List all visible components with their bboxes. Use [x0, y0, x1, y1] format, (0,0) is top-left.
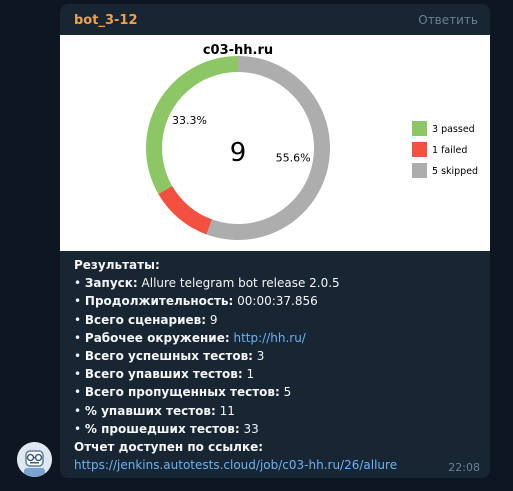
- chart-center-total: 9: [230, 138, 247, 168]
- legend-label-failed: 1 failed: [432, 145, 467, 156]
- report-row: • Запуск: Allure telegram bot release 2.…: [74, 276, 340, 291]
- donut-slice-skipped: [206, 56, 331, 240]
- slice-percent-label: 33.3%: [172, 114, 207, 127]
- report-row-key: Всего пропущенных тестов:: [84, 385, 280, 400]
- chart-title: c03-hh.ru: [203, 43, 273, 58]
- report-row-key: Рабочее окружение:: [84, 330, 230, 345]
- report-row: • Всего успешных тестов: 3: [74, 349, 265, 364]
- report-row: • Всего упавших тестов: 1: [74, 367, 255, 382]
- report-row-value: 1: [246, 367, 255, 382]
- bot-avatar-icon[interactable]: [17, 442, 52, 477]
- report-row: • Всего сценариев: 9: [74, 312, 218, 327]
- donut-chart: c03-hh.ru 9 33.3% 55.6% 3 passed 1 failed 5…: [146, 43, 478, 240]
- report-link-label: Отчет доступен по ссылке:: [74, 440, 264, 455]
- report-row-link[interactable]: http://hh.ru/: [233, 331, 305, 345]
- report-row-value: Allure telegram bot release 2.0.5: [141, 276, 340, 291]
- report-url-link[interactable]: https://jenkins.autotests.cloud/job/c03-…: [74, 458, 397, 472]
- report-row: • % упавших тестов: 11: [74, 403, 235, 418]
- report-chart-image[interactable]: c03-hh.ru 9 33.3% 55.6% 3 passed 1 failed 5…: [60, 35, 490, 251]
- report-row-key: Всего сценариев:: [84, 312, 207, 327]
- report-row-key: % упавших тестов:: [84, 403, 216, 418]
- message-bubble[interactable]: bot_3-12 Ответить c03-hh.ru 9 33.3% 55.6%…: [60, 4, 490, 478]
- report-row-value: 3: [256, 349, 265, 364]
- legend-swatch-failed: [412, 142, 427, 157]
- report-row-key: Продолжительность:: [84, 294, 234, 309]
- message-time: 22:08: [448, 461, 480, 474]
- sender-name[interactable]: bot_3-12: [74, 13, 137, 28]
- report-text: Результаты: • Запуск: Allure telegram bo…: [74, 256, 479, 474]
- report-row-value: 33: [243, 421, 259, 436]
- report-row-key: Всего успешных тестов:: [84, 349, 253, 364]
- report-row-value: 5: [283, 385, 292, 400]
- slice-percent-label: 55.6%: [276, 152, 311, 165]
- report-row-value: 9: [209, 312, 218, 327]
- legend-label-skipped: 5 skipped: [432, 166, 478, 177]
- report-row-key: % прошедших тестов:: [84, 421, 240, 436]
- report-row: • Всего пропущенных тестов: 5: [74, 385, 292, 400]
- report-row-key: Всего упавших тестов:: [84, 367, 243, 382]
- legend-label-passed: 3 passed: [432, 124, 475, 135]
- legend-swatch-skipped: [412, 163, 427, 178]
- report-row: • % прошедших тестов: 33: [74, 421, 259, 436]
- donut-slice-failed: [158, 186, 213, 235]
- report-row-key: Запуск:: [84, 276, 138, 291]
- reply-button[interactable]: Ответить: [418, 13, 478, 27]
- report-row-value: 11: [219, 403, 235, 418]
- report-heading: Результаты:: [74, 258, 160, 272]
- report-row-value: 00:00:37.856: [237, 294, 318, 309]
- legend-swatch-passed: [412, 121, 427, 136]
- report-row: • Рабочее окружение: http://hh.ru/: [74, 330, 306, 345]
- report-row: • Продолжительность: 00:00:37.856: [74, 294, 318, 309]
